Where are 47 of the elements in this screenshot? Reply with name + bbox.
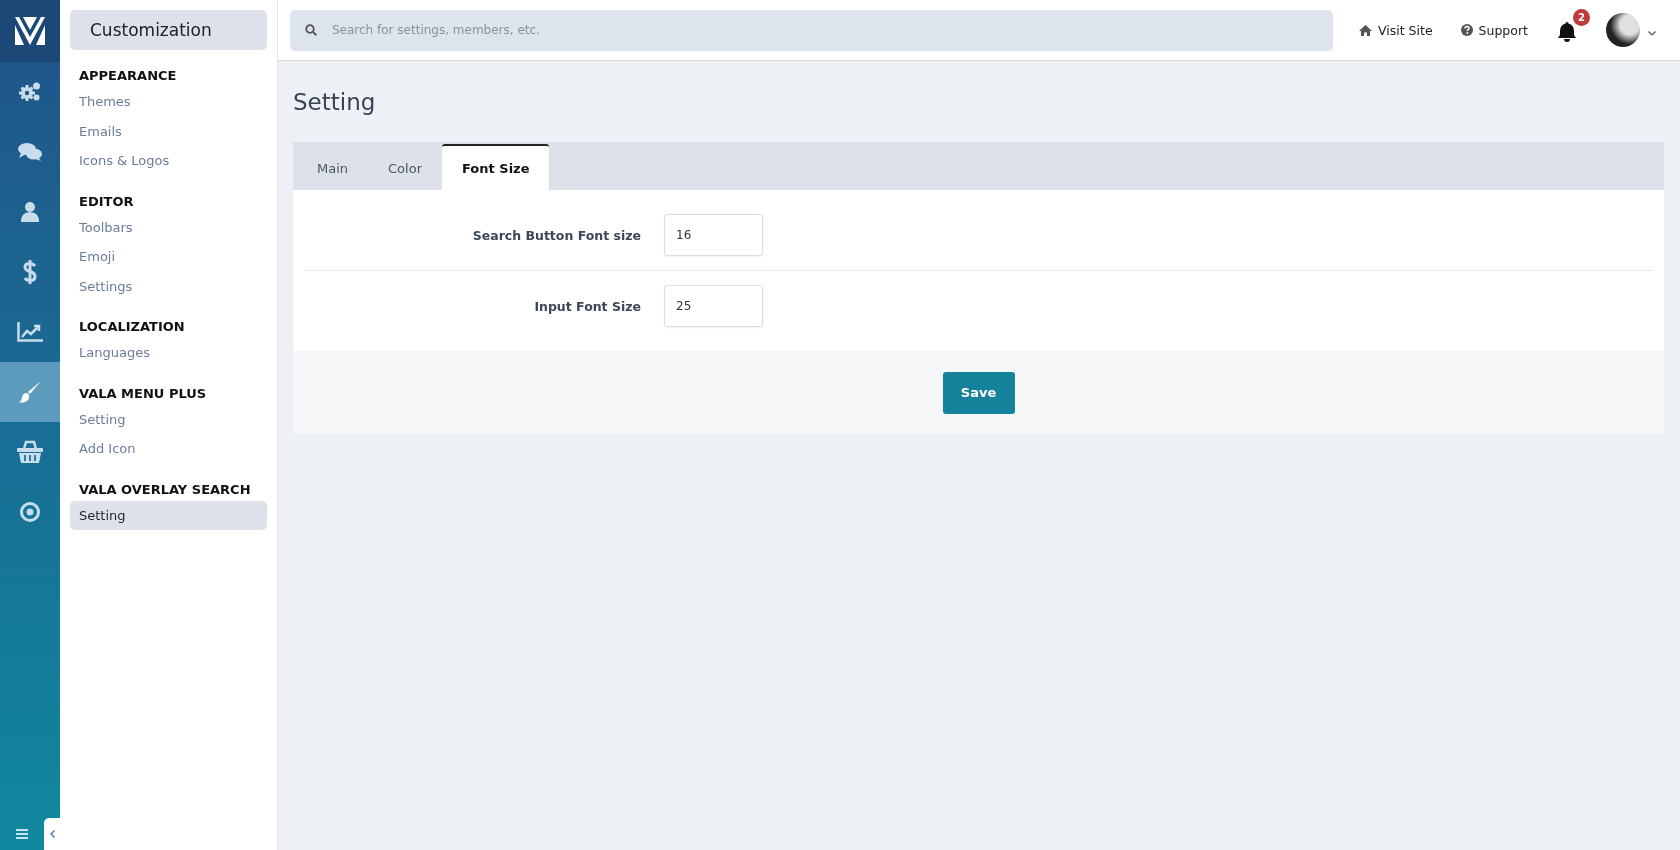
header-link[interactable]: Support <box>1460 22 1528 38</box>
sidebar-link[interactable]: Languages <box>70 338 267 368</box>
caret-icon[interactable] <box>1648 30 1656 36</box>
tab[interactable]: Color <box>368 144 442 190</box>
sidebar-link[interactable]: Toolbars <box>70 212 267 242</box>
sidebar-link[interactable]: Icons & Logos <box>70 146 267 176</box>
chat-bubbles-icon <box>18 142 42 162</box>
sidebar-link[interactable]: Emails <box>70 116 267 146</box>
collapse-button[interactable] <box>44 818 60 850</box>
sidebar-link[interactable]: Setting <box>70 500 267 530</box>
user-icon <box>21 202 39 222</box>
search-icon <box>305 23 317 36</box>
paintbrush-icon <box>18 380 42 404</box>
gears-icon <box>18 81 42 103</box>
chevron-left-icon <box>49 830 55 838</box>
line-chart-icon <box>17 322 43 342</box>
sidebar-link[interactable]: Settings <box>70 271 267 301</box>
input-field[interactable]: 25 <box>664 285 763 327</box>
help-icon <box>1460 24 1473 36</box>
tab[interactable]: Font Size <box>442 144 550 190</box>
bell-icon[interactable] <box>1558 22 1576 42</box>
sidebar-title: Customization <box>70 10 267 50</box>
basket-icon <box>17 440 43 464</box>
section-heading: LOCALIZATION <box>78 318 186 335</box>
section-heading: VALA MENU PLUS <box>78 384 208 402</box>
section-heading: APPEARANCE <box>78 67 178 84</box>
avatar[interactable] <box>1606 13 1640 47</box>
field-label: Input Font Size <box>533 298 641 314</box>
section-heading: EDITOR <box>78 192 135 210</box>
logo-icon <box>15 17 45 45</box>
dollar-icon <box>23 260 37 284</box>
save-button[interactable]: Save <box>942 371 1015 414</box>
sidebar-link[interactable]: Emoji <box>70 242 267 272</box>
section-heading: VALA OVERLAY SEARCH <box>78 480 252 498</box>
home-icon <box>1358 24 1372 36</box>
sidebar-link[interactable]: Add Icon <box>70 434 267 464</box>
target-icon <box>19 501 41 523</box>
page-title: Setting <box>293 88 377 117</box>
search-field[interactable]: Search for settings, members, etc. <box>290 9 1333 51</box>
field-label: Search Button Font size <box>471 227 641 243</box>
sidebar-link[interactable]: Setting <box>70 404 267 434</box>
menu-icon[interactable] <box>16 829 28 839</box>
sidebar-link[interactable]: Themes <box>70 87 267 117</box>
header-link[interactable]: Visit Site <box>1358 22 1433 38</box>
input-field[interactable]: 16 <box>664 214 763 256</box>
tab[interactable]: Main <box>297 144 369 190</box>
notification-count: 2 <box>1573 9 1590 26</box>
